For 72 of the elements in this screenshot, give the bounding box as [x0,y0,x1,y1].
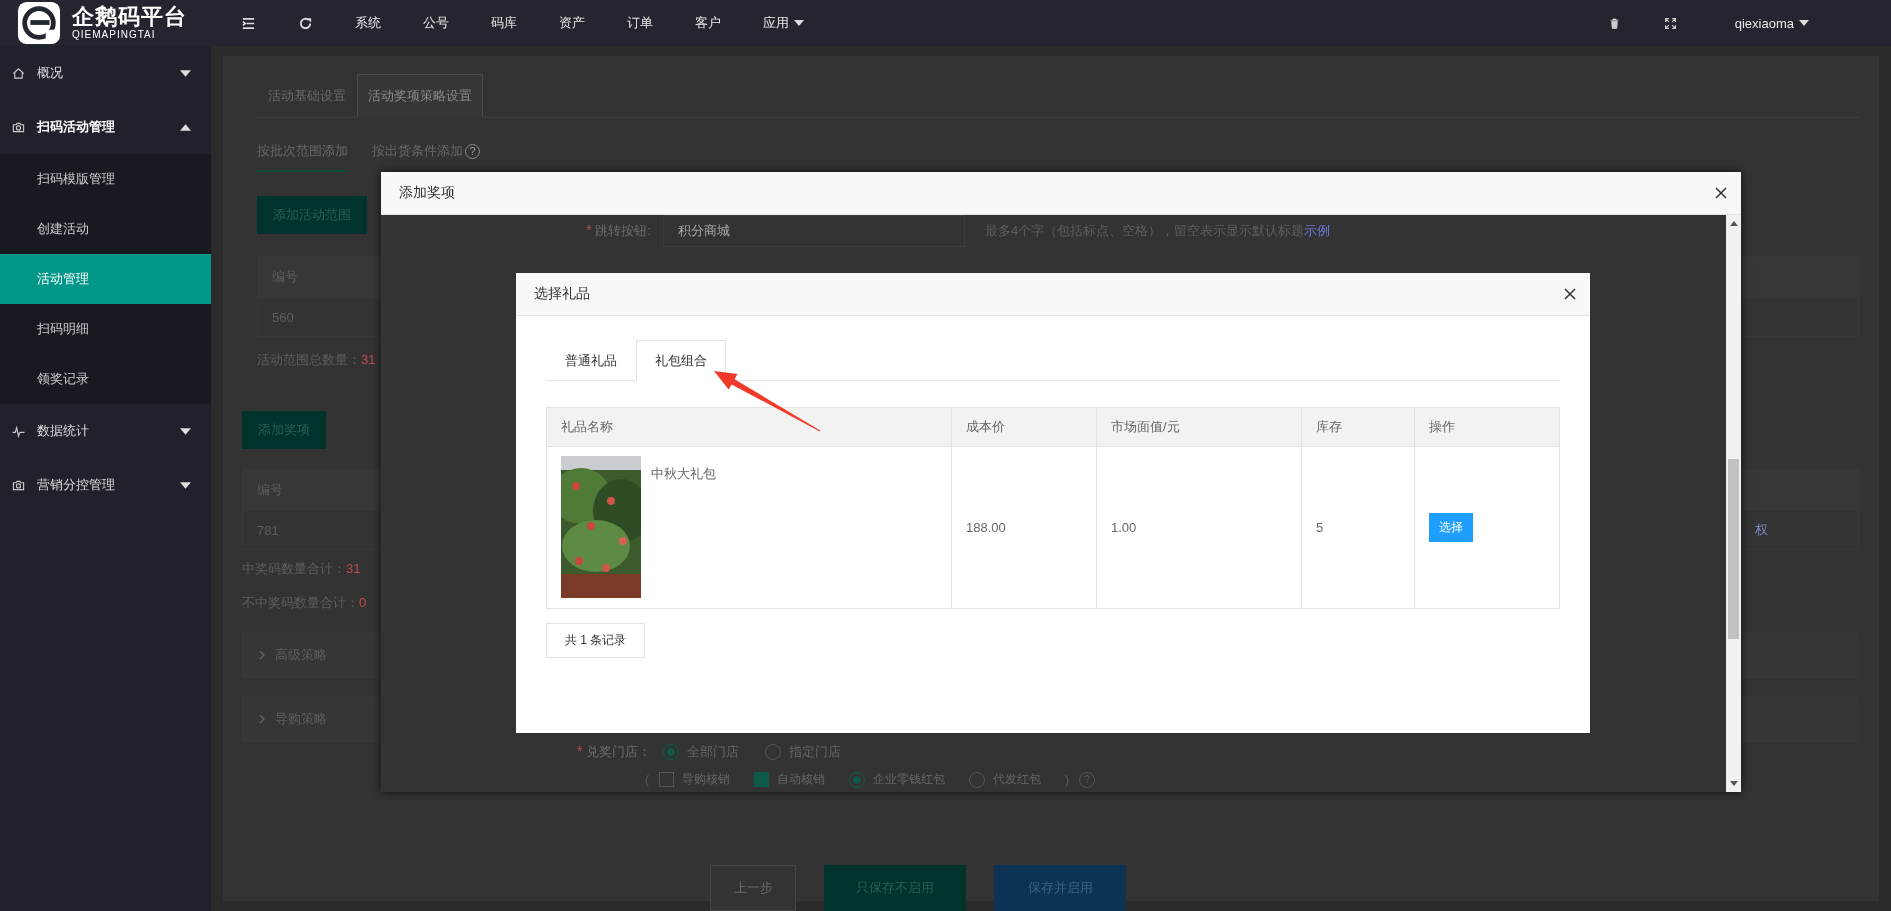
scroll-down-icon[interactable] [1729,781,1738,786]
nav-link[interactable]: 系统 [355,14,381,32]
sidebar-item[interactable]: 扫码活动管理 [0,100,211,154]
table-cell: 1.00 [1111,520,1137,535]
pulse-icon [12,424,25,438]
chevron-icon [259,650,265,660]
tab[interactable]: 礼包组合 [636,340,726,381]
radio-button[interactable] [663,744,679,760]
stat-value: 31 [346,561,361,576]
submenu-item[interactable]: 活动管理 [0,254,211,304]
table-cell: 5 [1316,520,1324,535]
caret-icon [180,123,191,131]
column-header: 操作 [1414,407,1560,447]
nav-link[interactable]: 资产 [559,14,585,32]
sidebar-label: 扫码活动管理 [37,118,116,136]
example-link[interactable]: 示例 [1304,223,1331,238]
sidebar-label: 营销分控管理 [37,476,116,494]
menu-icon[interactable] [241,15,256,31]
stat-value: 0 [359,595,367,610]
camera-icon [12,478,25,492]
bracket: ) [1065,772,1069,787]
nav-link[interactable]: 应用 [763,14,804,32]
sidebar-item[interactable]: 数据统计 [0,404,211,458]
caret-icon [180,481,191,489]
column-header: 市场面值/元 [1096,407,1302,447]
caret-icon [794,20,804,26]
close-icon[interactable] [1564,288,1576,300]
sidebar-label: 数据统计 [37,422,90,440]
fullscreen-icon[interactable] [1663,16,1677,30]
record-count: 共 1 条记录 [546,623,646,658]
submenu-item[interactable]: 扫码明细 [0,304,211,354]
logo-subtitle: QIEMAPINGTAI [72,30,157,40]
checkbox[interactable] [754,772,769,787]
tab[interactable]: 活动奖项策略设置 [357,74,483,118]
refresh-icon[interactable] [298,15,313,31]
column-header: 成本价 [951,407,1097,447]
chevron-icon [259,714,265,724]
dialog-title: 选择礼品 [534,285,590,303]
tab[interactable]: 普通礼品 [546,340,636,380]
nav-link[interactable]: 公号 [423,14,449,32]
column-header: 礼品名称 [546,407,952,447]
nav-link[interactable]: 码库 [491,14,517,32]
sidebar-label: 概况 [37,64,64,82]
trash-icon[interactable] [1607,16,1621,30]
nav-link[interactable]: 订单 [627,14,653,32]
stat-value: 31 [361,352,376,367]
table-cell: 权 [1755,521,1768,539]
scroll-thumb[interactable] [1728,459,1739,639]
gift-name: 中秋大礼包 [651,465,716,483]
submenu-item[interactable]: 扫码模版管理 [0,154,211,204]
dialog-title: 添加奖项 [399,184,455,202]
checkbox[interactable] [659,772,674,787]
nav-link[interactable]: 客户 [695,14,721,32]
home-icon [12,66,25,80]
caret-icon [1799,20,1809,26]
logo-name: 企鹅码平台 [72,6,187,28]
sidebar-item[interactable]: 营销分控管理 [0,458,211,512]
radio-button[interactable] [849,771,865,788]
camera-icon [12,120,25,134]
table-cell: 188.00 [966,520,1006,535]
caret-icon [180,427,191,435]
bracket: ( [645,772,649,787]
input-field[interactable]: 积分商城 [663,215,965,247]
submenu-item[interactable]: 领奖记录 [0,354,211,404]
column-header: 库存 [1301,407,1415,447]
scrollbar[interactable] [1726,215,1741,792]
caret-icon [180,69,191,77]
scroll-up-icon[interactable] [1729,221,1738,226]
close-icon[interactable] [1715,187,1727,199]
submenu-item[interactable]: 创建活动 [0,204,211,254]
user-menu[interactable]: qiexiaoma [1734,15,1809,31]
sidebar-item[interactable]: 概况 [0,46,211,100]
